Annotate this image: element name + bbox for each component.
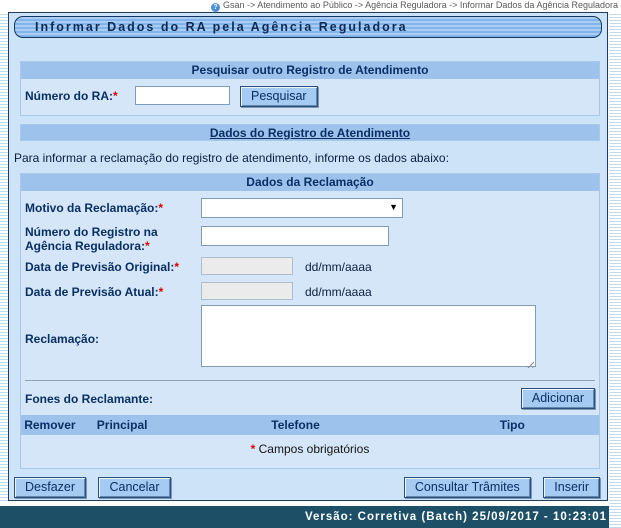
left-edge-stripes <box>0 12 8 501</box>
date-format-hint: dd/mm/aaaa <box>305 282 372 299</box>
column-header-principal: Principal <box>79 415 166 435</box>
right-edge-stripes <box>609 12 621 528</box>
search-ra-section-title: Pesquisar outro Registro de Atendimento <box>21 62 599 79</box>
required-asterisk: * <box>251 442 256 456</box>
help-icon[interactable]: ? <box>211 3 220 12</box>
column-header-remover: Remover <box>21 415 79 435</box>
required-asterisk: * <box>159 285 164 299</box>
data-previsao-atual-input <box>201 282 293 300</box>
complaint-section-title: Dados da Reclamação <box>21 174 599 191</box>
required-asterisk: * <box>174 260 179 274</box>
divider <box>25 380 595 381</box>
date-format-hint: dd/mm/aaaa <box>305 257 372 274</box>
ra-data-header-link[interactable]: Dados do Registro de Atendimento <box>210 126 410 140</box>
breadcrumb-path: Gsan -> Atendimento ao Público -> Agênci… <box>223 0 618 10</box>
ra-number-label: Número do RA:* <box>25 86 135 103</box>
reclamacao-label: Reclamação: <box>25 332 201 346</box>
left-action-buttons: Desfazer Cancelar <box>14 477 171 498</box>
cancel-button[interactable]: Cancelar <box>98 477 170 498</box>
numero-registro-input[interactable] <box>201 226 389 246</box>
column-header-tipo: Tipo <box>426 415 599 435</box>
fones-reclamante-label: Fones do Reclamante: <box>25 392 153 406</box>
data-previsao-atual-label: Data de Previsão Atual:* <box>25 282 201 299</box>
motivo-label: Motivo da Reclamação:* <box>25 198 201 215</box>
consult-tramites-button[interactable]: Consultar Trâmites <box>404 477 531 498</box>
version-footer: Versão: Corretiva (Batch) 25/09/2017 - 1… <box>0 506 621 528</box>
complaint-section: Dados da Reclamação Motivo da Reclamação… <box>20 173 600 469</box>
numero-registro-label: Número do Registro na Agência Reguladora… <box>25 222 201 253</box>
ra-data-header: Dados do Registro de Atendimento <box>20 124 600 141</box>
insert-button[interactable]: Inserir <box>543 477 600 498</box>
phones-table-header: Remover Principal Telefone Tipo <box>21 415 599 435</box>
ra-number-input[interactable] <box>135 86 230 105</box>
undo-button[interactable]: Desfazer <box>14 477 86 498</box>
motivo-select[interactable] <box>201 198 403 218</box>
data-previsao-original-input <box>201 257 293 275</box>
main-panel: Informar Dados do RA pela Agência Regula… <box>8 12 608 501</box>
required-asterisk: * <box>113 89 118 103</box>
data-previsao-original-label: Data de Previsão Original:* <box>25 257 201 274</box>
search-ra-section: Pesquisar outro Registro de Atendimento … <box>20 61 600 116</box>
page-title: Informar Dados do RA pela Agência Regula… <box>14 16 602 38</box>
instruction-text: Para informar a reclamação do registro d… <box>14 151 449 165</box>
add-phone-button[interactable]: Adicionar <box>521 388 595 409</box>
column-header-telefone: Telefone <box>165 415 425 435</box>
required-fields-note: * Campos obrigatórios <box>21 442 599 456</box>
reclamacao-textarea[interactable] <box>201 305 536 367</box>
breadcrumb: ?Gsan -> Atendimento ao Público -> Agênc… <box>0 0 621 12</box>
required-asterisk: * <box>158 201 163 215</box>
right-action-buttons: Consultar Trâmites Inserir <box>404 477 600 498</box>
required-asterisk: * <box>145 239 150 253</box>
search-button[interactable]: Pesquisar <box>240 86 318 107</box>
